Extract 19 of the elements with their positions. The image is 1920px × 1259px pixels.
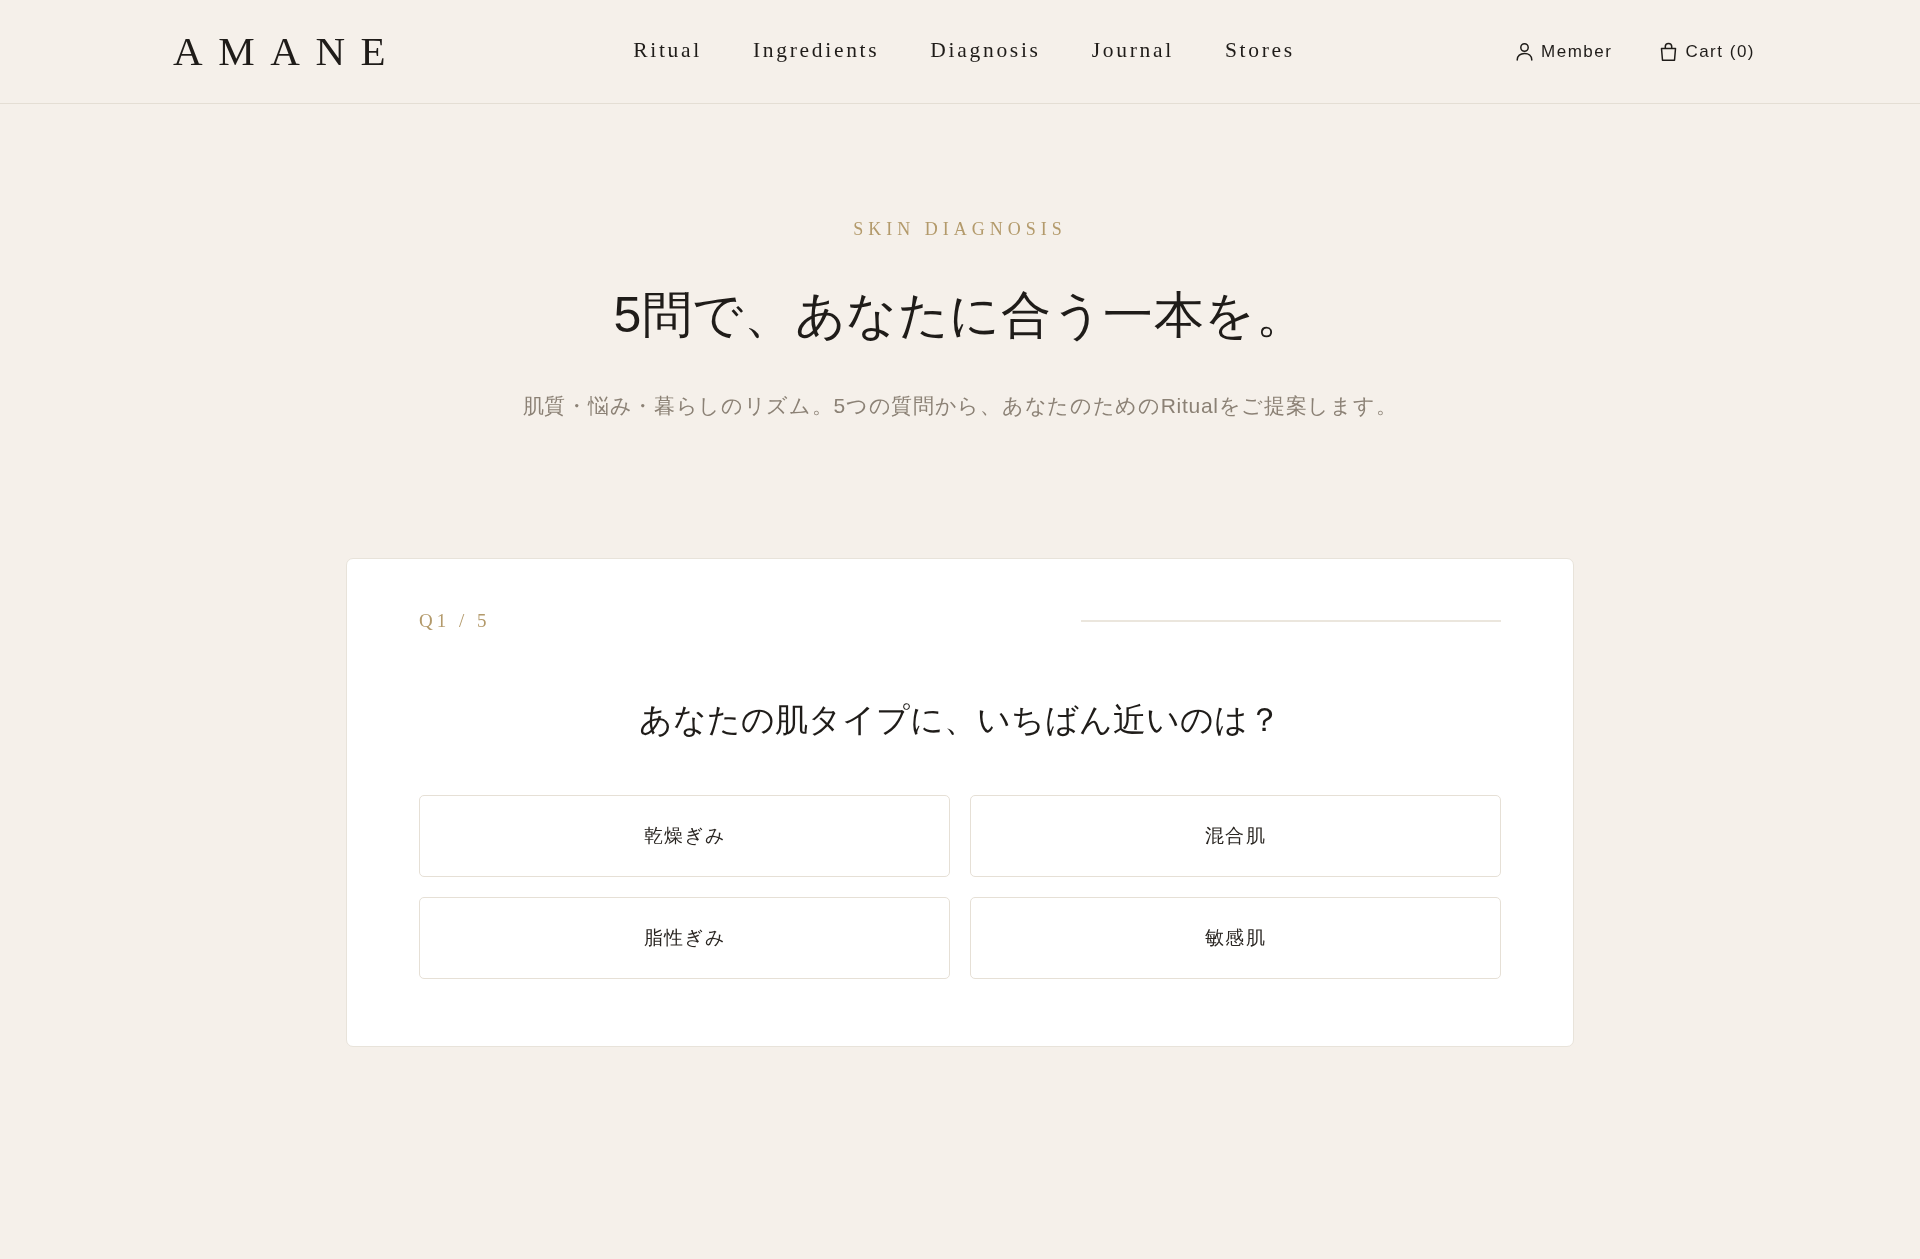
answer-option[interactable]: 敏感肌 xyxy=(970,897,1501,980)
page-heading: 5問で、あなたに合う一本を。 xyxy=(612,285,1308,345)
nav-link[interactable]: Ritual xyxy=(633,33,702,70)
nav-link[interactable]: Diagnosis xyxy=(930,33,1041,70)
question-text: あなたの肌タイプに、いちばん近いのは？ xyxy=(638,699,1282,740)
nav-link[interactable]: Stores xyxy=(1224,33,1295,70)
question-step: Q1 / 5 xyxy=(419,609,491,633)
nav-link[interactable]: Ingredients xyxy=(752,33,880,70)
answer-option[interactable]: 混合肌 xyxy=(970,795,1501,878)
person-icon xyxy=(1516,42,1533,61)
answer-option[interactable]: 乾燥ぎみ xyxy=(419,795,950,878)
nav-link[interactable]: Journal xyxy=(1091,33,1174,70)
member-link[interactable]: Member xyxy=(1516,38,1613,65)
page-subtitle: 肌質・悩み・暮らしのリズム。5つの質問から、あなたのためのRitualをご提案します。 xyxy=(521,392,1399,419)
cart-link[interactable]: Cart (0) xyxy=(1660,38,1755,65)
section-eyebrow: SKIN DIAGNOSIS xyxy=(852,219,1068,241)
brand-logo[interactable]: AMANE xyxy=(173,31,402,72)
shopping-bag-icon xyxy=(1660,42,1678,61)
answer-option[interactable]: 脂性ぎみ xyxy=(419,897,950,980)
